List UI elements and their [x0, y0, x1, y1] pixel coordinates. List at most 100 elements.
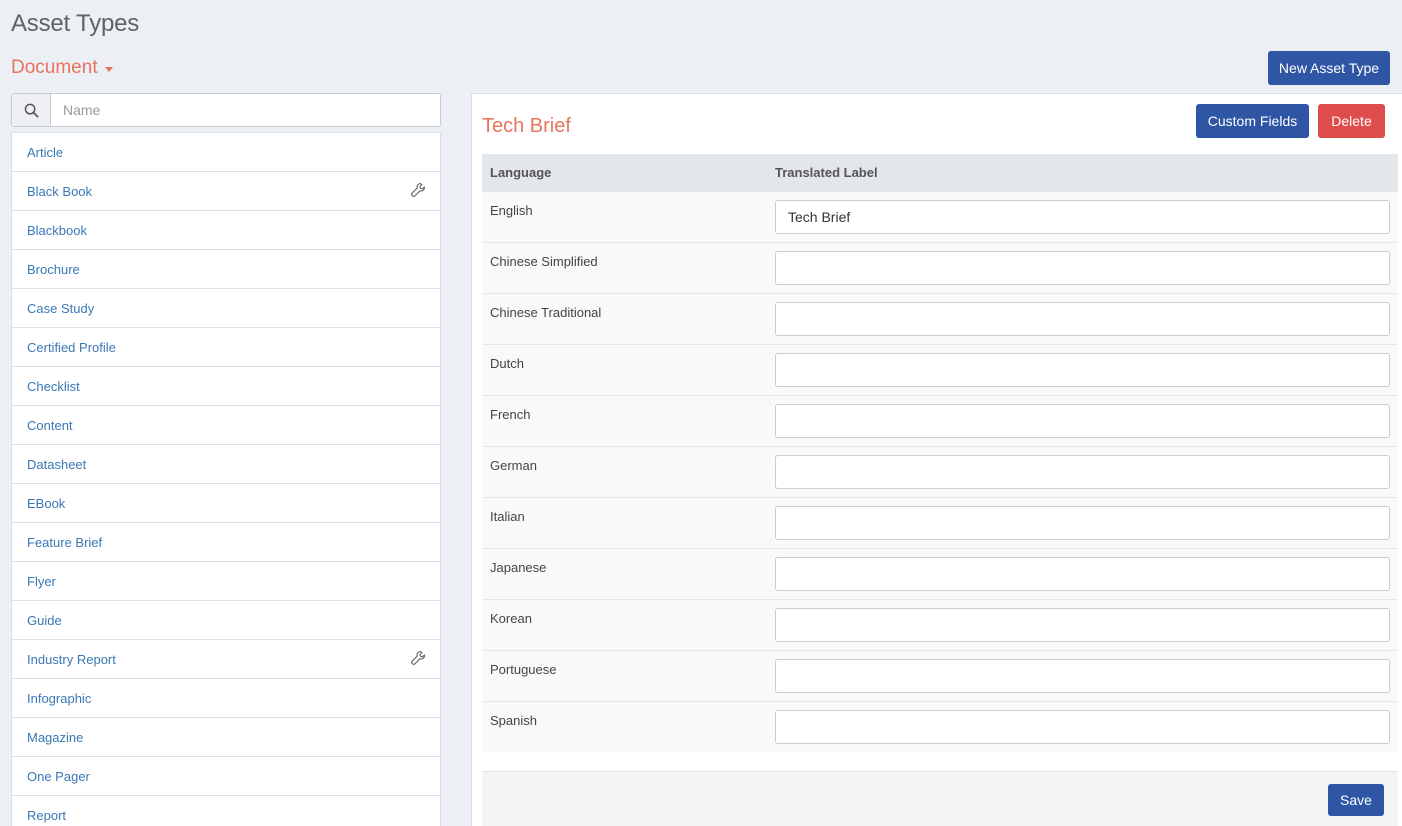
translated-label-cell [767, 190, 1398, 242]
column-header-language: Language [482, 154, 767, 191]
asset-type-label: Certified Profile [27, 339, 116, 355]
table-row: Italian [482, 496, 1398, 548]
table-row: Korean [482, 598, 1398, 650]
translated-label-cell [767, 496, 1398, 548]
translated-label-cell [767, 649, 1398, 701]
table-row: Dutch [482, 343, 1398, 395]
translated-label-cell [767, 445, 1398, 497]
translated-label-input[interactable] [775, 250, 1390, 285]
detail-panel: Tech Brief Custom Fields Delete Language… [471, 93, 1402, 826]
table-row: Portuguese [482, 649, 1398, 701]
asset-type-item[interactable]: Blackbook [12, 211, 440, 250]
asset-type-label: Checklist [27, 378, 80, 394]
form-footer: Save [482, 771, 1398, 826]
asset-type-label: Case Study [27, 300, 95, 316]
table-row: Chinese Traditional [482, 292, 1398, 344]
asset-type-item[interactable]: One Pager [12, 757, 440, 796]
wrench-icon[interactable] [410, 650, 426, 669]
asset-type-label: Magazine [27, 729, 84, 745]
asset-type-item[interactable]: Magazine [12, 718, 440, 757]
asset-type-label: Blackbook [27, 222, 87, 238]
asset-type-item[interactable]: Guide [12, 601, 440, 640]
translated-label-cell [767, 343, 1398, 395]
detail-title: Tech Brief [482, 115, 571, 137]
translated-label-input[interactable] [775, 403, 1390, 438]
translated-label-cell [767, 394, 1398, 446]
asset-type-item[interactable]: Flyer [12, 562, 440, 601]
translated-label-input[interactable] [775, 709, 1390, 744]
asset-type-label: Article [27, 144, 64, 160]
asset-type-label: Report [27, 807, 67, 823]
language-name: Chinese Traditional [482, 292, 767, 344]
asset-type-item[interactable]: Case Study [12, 289, 440, 328]
page-title: Asset Types [11, 10, 140, 37]
asset-type-label: Infographic [27, 690, 92, 706]
search-input[interactable] [51, 94, 440, 126]
language-name: Chinese Simplified [482, 241, 767, 293]
search-box [11, 93, 441, 127]
asset-type-label: Guide [27, 612, 62, 628]
translated-label-cell [767, 292, 1398, 344]
table-row: German [482, 445, 1398, 497]
table-row: Chinese Simplified [482, 241, 1398, 293]
asset-type-item[interactable]: Report [12, 796, 440, 826]
language-name: Italian [482, 496, 767, 548]
delete-button[interactable]: Delete [1318, 104, 1385, 138]
asset-type-label: Brochure [27, 261, 80, 277]
language-name: English [482, 190, 767, 242]
asset-type-list: Article Black Book Blackbook Brochure Case S… [11, 132, 441, 826]
asset-type-label: One Pager [27, 768, 90, 784]
table-row: English [482, 190, 1398, 242]
column-header-translated-label: Translated Label [767, 154, 1398, 191]
new-asset-type-button[interactable]: New Asset Type [1268, 51, 1390, 85]
asset-type-item[interactable]: Checklist [12, 367, 440, 406]
asset-type-item[interactable]: EBook [12, 484, 440, 523]
language-name: French [482, 394, 767, 446]
language-name: German [482, 445, 767, 497]
asset-type-label: Feature Brief [27, 534, 103, 550]
translated-label-cell [767, 241, 1398, 293]
asset-type-label: Flyer [27, 573, 56, 589]
asset-type-label: Black Book [27, 183, 93, 199]
asset-type-label: Industry Report [27, 651, 116, 667]
category-dropdown-label: Document [11, 57, 98, 78]
asset-type-item[interactable]: Datasheet [12, 445, 440, 484]
asset-type-item[interactable]: Feature Brief [12, 523, 440, 562]
translated-label-input[interactable] [775, 556, 1390, 591]
asset-type-label: EBook [27, 495, 66, 511]
translated-label-cell [767, 547, 1398, 599]
language-name: Korean [482, 598, 767, 650]
language-name: Spanish [482, 700, 767, 752]
translated-label-input[interactable] [775, 352, 1390, 387]
caret-down-icon [104, 67, 113, 72]
search-icon [12, 94, 51, 126]
save-button[interactable]: Save [1328, 784, 1384, 816]
translated-label-input[interactable] [775, 607, 1390, 642]
category-dropdown[interactable]: Document [11, 57, 113, 79]
table-row: French [482, 394, 1398, 446]
asset-type-item[interactable]: Infographic [12, 679, 440, 718]
asset-type-label: Datasheet [27, 456, 87, 472]
asset-type-item[interactable]: Article [12, 133, 440, 172]
translated-label-input[interactable] [775, 301, 1390, 336]
translated-label-input[interactable] [775, 658, 1390, 693]
translations-table: Language Translated Label EnglishChinese… [482, 154, 1398, 752]
translated-label-input[interactable] [775, 199, 1390, 234]
asset-type-label: Content [27, 417, 73, 433]
translated-label-input[interactable] [775, 505, 1390, 540]
asset-type-item[interactable]: Brochure [12, 250, 440, 289]
translated-label-cell [767, 700, 1398, 752]
translated-label-cell [767, 598, 1398, 650]
asset-type-item[interactable]: Black Book [12, 172, 440, 211]
wrench-icon[interactable] [410, 182, 426, 201]
table-row: Spanish [482, 700, 1398, 752]
custom-fields-button[interactable]: Custom Fields [1196, 104, 1309, 138]
table-row: Japanese [482, 547, 1398, 599]
translated-label-input[interactable] [775, 454, 1390, 489]
language-name: Portuguese [482, 649, 767, 701]
language-name: Japanese [482, 547, 767, 599]
asset-type-item[interactable]: Certified Profile [12, 328, 440, 367]
language-name: Dutch [482, 343, 767, 395]
asset-type-item[interactable]: Industry Report [12, 640, 440, 679]
asset-type-item[interactable]: Content [12, 406, 440, 445]
